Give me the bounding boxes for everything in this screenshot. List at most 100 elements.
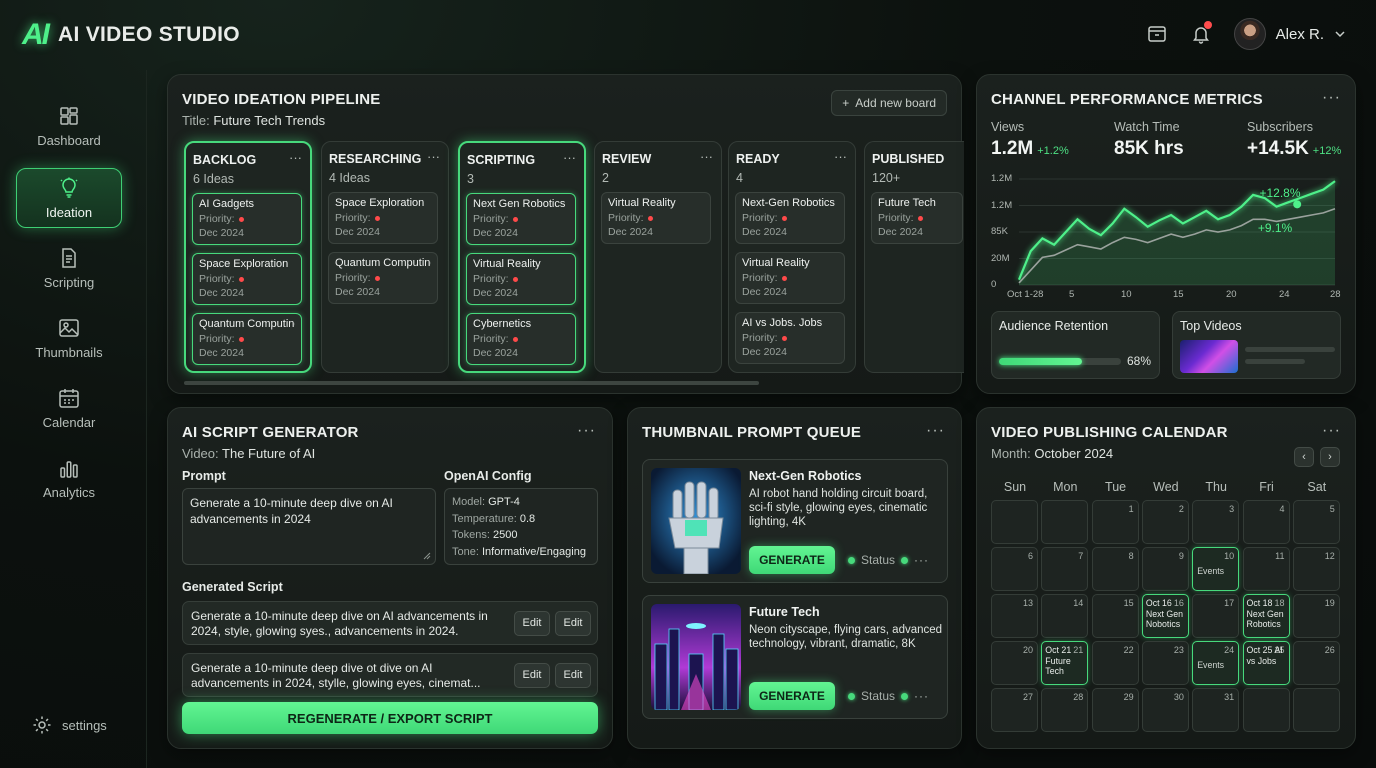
event-indicator[interactable]: Events	[1197, 566, 1224, 576]
kanban-column-published[interactable]: PUBLISHED 120+ Future Tech Priority: Dec 202…	[864, 141, 964, 373]
archive-icon[interactable]	[1146, 23, 1168, 45]
generated-script-row[interactable]: Generate a 10-minute deep dive on AI adv…	[182, 601, 598, 645]
sidebar-item-thumbnails[interactable]: Thumbnails	[16, 308, 122, 368]
calendar-day-cell[interactable]	[1041, 500, 1089, 544]
idea-card[interactable]: Virtual Reality Priority: Dec 2024	[735, 252, 845, 304]
idea-card[interactable]: Space Exploration Priority: Dec 2024	[192, 253, 302, 305]
calendar-day-cell[interactable]: 25 Oct 25 AI vs Jobs	[1242, 641, 1290, 685]
calendar-day-cell[interactable]: 20	[991, 641, 1038, 685]
sidebar-item-dashboard[interactable]: Dashboard	[16, 96, 122, 156]
calendar-day-cell[interactable]	[1242, 688, 1290, 732]
calendar-day-cell[interactable]: 11	[1242, 547, 1290, 591]
thumbnail-queue-item[interactable]: Next-Gen Robotics AI robot hand holding …	[642, 459, 948, 583]
calendar-day-cell[interactable]: 24 Events	[1192, 641, 1240, 685]
scheduled-video-event[interactable]: Oct 16 Next Gen Nobotics	[1146, 598, 1188, 630]
top-videos-card[interactable]: Top Videos	[1172, 311, 1341, 379]
idea-card[interactable]: Virtual Reality Priority: Dec 2024	[601, 192, 711, 244]
idea-card[interactable]: Space Exploration Priority: Dec 2024	[328, 192, 438, 244]
idea-card[interactable]: Quantum Computing Priority: Dec 2024	[328, 252, 438, 304]
user-menu[interactable]: Alex R.	[1233, 18, 1346, 50]
settings-link[interactable]: settings	[32, 715, 107, 735]
scheduled-video-event[interactable]: Oct 18 Next Gen Robotics	[1247, 598, 1289, 630]
calendar-day-cell[interactable]: 28	[1041, 688, 1089, 732]
idea-card[interactable]: Quantum Computing Priority: Dec 2024	[192, 313, 302, 365]
kanban-column-scripting[interactable]: SCRIPTING 3 ··· Next Gen Robotics Priority: D…	[458, 141, 586, 373]
calendar-day-cell[interactable]: 29	[1091, 688, 1139, 732]
calendar-day-cell[interactable]: 3	[1192, 500, 1240, 544]
thumbnail-queue-item[interactable]: Future Tech Neon cityscape, flying cars,…	[642, 595, 948, 719]
calendar-day-cell[interactable]: 18 Oct 18 Next Gen Robotics	[1242, 594, 1290, 638]
prompt-input[interactable]: Generate a 10-minute deep dive on AI adv…	[182, 488, 436, 565]
idea-card[interactable]: AI Gadgets Priority: Dec 2024	[192, 193, 302, 245]
calendar-day-cell[interactable]: 6	[991, 547, 1038, 591]
calendar-day-cell[interactable]: 13	[991, 594, 1038, 638]
edit-button[interactable]: Edit	[514, 663, 550, 688]
next-month-button[interactable]: ›	[1320, 447, 1340, 467]
calendar-day-cell[interactable]: 27	[991, 688, 1038, 732]
calendar-day-cell[interactable]: 12	[1292, 547, 1340, 591]
idea-card[interactable]: AI vs Jobs. Jobs Priority: Dec 2024	[735, 312, 845, 364]
calendar-day-cell[interactable]: 26	[1292, 641, 1340, 685]
horizontal-scrollbar[interactable]	[184, 381, 759, 385]
kanban-column-review[interactable]: REVIEW 2 ··· Virtual Reality Priority: Dec 20…	[594, 141, 722, 373]
calendar-day-cell[interactable]: 14	[1041, 594, 1089, 638]
calendar-day-cell[interactable]: 31	[1192, 688, 1240, 732]
top-video-thumbnail[interactable]	[1180, 340, 1238, 373]
sidebar-item-calendar[interactable]: Calendar	[16, 378, 122, 438]
more-options-icon[interactable]: ···	[914, 553, 929, 567]
more-options-icon[interactable]: ···	[926, 422, 945, 440]
idea-card[interactable]: Future Tech Priority: Dec 2024	[871, 192, 963, 244]
calendar-day-cell[interactable]: 16 Oct 16 Next Gen Nobotics	[1141, 594, 1189, 638]
scheduled-video-event[interactable]: Oct 25 AI vs Jobs	[1247, 645, 1289, 666]
kanban-column-backlog[interactable]: BACKLOG 6 Ideas ··· AI Gadgets Priority: Dec …	[184, 141, 312, 373]
calendar-day-cell[interactable]	[1292, 688, 1340, 732]
calendar-day-cell[interactable]: 4	[1242, 500, 1290, 544]
calendar-day-cell[interactable]: 8	[1091, 547, 1139, 591]
event-indicator[interactable]: Events	[1197, 660, 1224, 670]
calendar-day-cell[interactable]: 7	[1041, 547, 1089, 591]
more-options-icon[interactable]: ···	[914, 689, 929, 703]
calendar-day-cell[interactable]	[991, 500, 1038, 544]
kanban-column-ready[interactable]: READY 4 ··· Next-Gen Robotics Priority: Dec 2…	[728, 141, 856, 373]
sidebar-item-analytics[interactable]: Analytics	[16, 448, 122, 508]
kanban-column-researching[interactable]: RESEARCHING 4 Ideas ··· Space Exploration Pr…	[321, 141, 449, 373]
more-options-icon[interactable]: ···	[427, 149, 440, 164]
sidebar-item-ideation[interactable]: Ideation	[16, 168, 122, 228]
generated-script-row[interactable]: Generate a 10-minute deep dive ot dive o…	[182, 653, 598, 697]
generate-button[interactable]: GENERATE	[749, 546, 835, 574]
more-options-icon[interactable]: ···	[563, 150, 576, 165]
more-options-icon[interactable]: ···	[700, 149, 713, 164]
more-options-icon[interactable]: ···	[289, 150, 302, 165]
idea-card[interactable]: Virtual Reality Priority: Dec 2024	[466, 253, 576, 305]
scheduled-video-event[interactable]: Oct 21 Future Tech	[1045, 645, 1087, 677]
calendar-day-cell[interactable]: 17	[1192, 594, 1240, 638]
regenerate-export-button[interactable]: REGENERATE / EXPORT SCRIPT	[182, 702, 598, 734]
idea-card[interactable]: Cybernetics Priority: Dec 2024	[466, 313, 576, 365]
edit-button[interactable]: Edit	[514, 611, 550, 636]
calendar-day-cell[interactable]: 22	[1091, 641, 1139, 685]
idea-card[interactable]: Next Gen Robotics Priority: Dec 2024	[466, 193, 576, 245]
calendar-day-cell[interactable]: 5	[1292, 500, 1340, 544]
add-board-button[interactable]: + Add new board	[831, 90, 947, 116]
calendar-day-cell[interactable]: 2	[1141, 500, 1189, 544]
bell-icon[interactable]	[1190, 21, 1212, 45]
calendar-day-cell[interactable]: 30	[1141, 688, 1189, 732]
more-options-icon[interactable]: ···	[577, 422, 596, 440]
calendar-day-cell[interactable]: 19	[1292, 594, 1340, 638]
idea-card[interactable]: Next-Gen Robotics Priority: Dec 2024	[735, 192, 845, 244]
sidebar-item-scripting[interactable]: Scripting	[16, 238, 122, 298]
edit-button[interactable]: Edit	[555, 663, 591, 688]
calendar-day-cell[interactable]: 23	[1141, 641, 1189, 685]
app-logo[interactable]: AI AI VIDEO STUDIO	[22, 18, 240, 52]
calendar-day-cell[interactable]: 21 Oct 21 Future Tech	[1041, 641, 1089, 685]
calendar-day-cell[interactable]: 10 Events	[1192, 547, 1240, 591]
more-options-icon[interactable]: ···	[834, 149, 847, 164]
edit-button[interactable]: Edit	[555, 611, 591, 636]
generate-button[interactable]: GENERATE	[749, 682, 835, 710]
calendar-day-cell[interactable]: 1	[1091, 500, 1139, 544]
openai-config-box[interactable]: Model: GPT-4 Temperature: 0.8 Tokens: 25…	[444, 488, 598, 565]
prev-month-button[interactable]: ‹	[1294, 447, 1314, 467]
more-options-icon[interactable]: ···	[1322, 422, 1341, 440]
calendar-day-cell[interactable]: 15	[1091, 594, 1139, 638]
calendar-day-cell[interactable]: 9	[1141, 547, 1189, 591]
